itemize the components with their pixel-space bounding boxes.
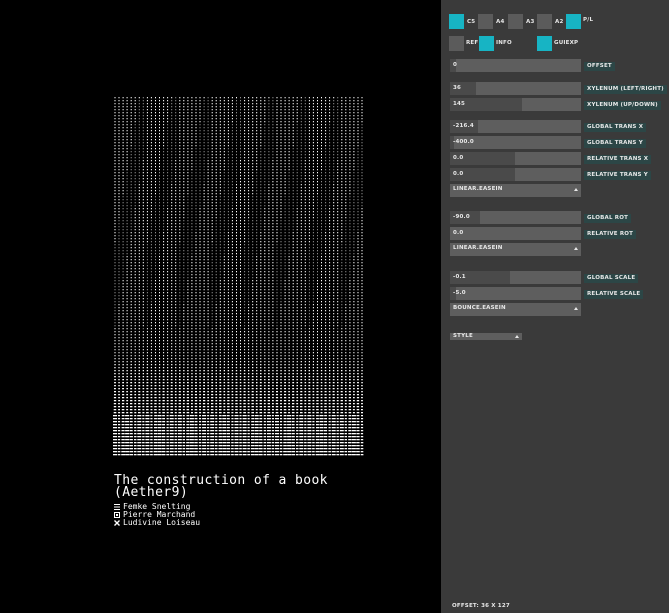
status-footer: OFFSET: 36 X 127 — [452, 603, 510, 609]
cross-icon — [114, 520, 120, 526]
rows-label: XYLENUM (UP/DOWN) — [584, 101, 661, 110]
toggle-info[interactable] — [479, 36, 494, 51]
rows-value: 145 — [453, 101, 466, 107]
rot-easing-value: LINEAR.EASEIN — [453, 245, 503, 251]
rot-easing-dropdown[interactable]: LINEAR.EASEIN — [450, 243, 581, 256]
toggle-portrait-landscape[interactable] — [566, 14, 581, 29]
relative-rot-value: 0.0 — [453, 230, 464, 236]
global-trans-x-slider[interactable]: -216.4 — [450, 120, 581, 133]
chevron-up-icon — [574, 188, 578, 191]
toggle-a2[interactable] — [537, 14, 552, 29]
offset-value: 0 — [453, 62, 458, 68]
toggle-c5[interactable] — [449, 14, 464, 29]
global-trans-y-label: GLOBAL TRANS Y — [584, 139, 646, 148]
relative-rot-label: RELATIVE ROT — [584, 230, 637, 239]
book-title-line-2: (Aether9) — [114, 485, 189, 500]
control-panel: C5 A4 A3 A2 P/L REF INFO GUIEXP 0 OFFSET… — [441, 0, 669, 613]
toggle-ref[interactable] — [449, 36, 464, 51]
author-name: Ludivine Loiseau — [123, 518, 201, 527]
style-dropdown-value: STYLE — [453, 333, 473, 339]
trans-easing-dropdown[interactable]: LINEAR.EASEIN — [450, 184, 581, 197]
global-scale-label: GLOBAL SCALE — [584, 274, 639, 283]
relative-trans-y-label: RELATIVE TRANS Y — [584, 171, 651, 180]
toggle-a2-label: A2 — [555, 19, 564, 25]
toggle-a4[interactable] — [478, 14, 493, 29]
toggle-c5-label: C5 — [467, 19, 476, 25]
toggle-guiexp-label: GUIEXP — [554, 40, 579, 46]
artwork-canvas: The construction of a book (Aether9) Fem… — [0, 0, 441, 613]
trans-easing-value: LINEAR.EASEIN — [453, 186, 503, 192]
columns-slider[interactable]: 36 — [450, 82, 581, 95]
global-trans-y-value: -400.0 — [453, 139, 474, 145]
relative-trans-x-label: RELATIVE TRANS X — [584, 155, 652, 164]
relative-scale-slider[interactable]: -5.0 — [450, 287, 581, 300]
scale-easing-value: BOUNCE.EASEIN — [453, 305, 506, 311]
rows-slider[interactable]: 145 — [450, 98, 581, 111]
global-rot-value: -90.0 — [453, 214, 470, 220]
chevron-up-icon — [574, 307, 578, 310]
toggle-info-label: INFO — [496, 40, 512, 46]
columns-value: 36 — [453, 85, 462, 91]
toggle-guiexp[interactable] — [537, 36, 552, 51]
offset-slider[interactable]: 0 — [450, 59, 581, 72]
relative-trans-y-value: 0.0 — [453, 171, 464, 177]
chevron-up-icon — [574, 247, 578, 250]
style-dropdown[interactable]: STYLE — [450, 333, 522, 340]
toggle-pl-label: P/L — [583, 17, 594, 23]
global-trans-x-label: GLOBAL TRANS X — [584, 123, 647, 132]
global-trans-y-slider[interactable]: -400.0 — [450, 136, 581, 149]
chevron-up-icon — [515, 335, 519, 338]
relative-scale-label: RELATIVE SCALE — [584, 290, 644, 299]
relative-rot-slider[interactable]: 0.0 — [450, 227, 581, 240]
global-trans-x-value: -216.4 — [453, 123, 474, 129]
columns-label: XYLENUM (LEFT/RIGHT) — [584, 85, 667, 94]
global-rot-label: GLOBAL ROT — [584, 214, 632, 223]
global-scale-slider[interactable]: -0.1 — [450, 271, 581, 284]
global-scale-value: -0.1 — [453, 274, 466, 280]
relative-trans-x-slider[interactable]: 0.0 — [450, 152, 581, 165]
relative-scale-value: -5.0 — [453, 290, 466, 296]
lines-icon — [114, 504, 120, 510]
toggle-a3-label: A3 — [526, 19, 535, 25]
toggle-ref-label: REF — [466, 40, 479, 46]
global-rot-slider[interactable]: -90.0 — [450, 211, 581, 224]
toggle-a4-label: A4 — [496, 19, 505, 25]
author-list: Femke Snelting Pierre Marchand Ludivine … — [114, 503, 328, 527]
scale-easing-dropdown[interactable]: BOUNCE.EASEIN — [450, 303, 581, 316]
offset-label: OFFSET — [584, 62, 615, 71]
relative-trans-x-value: 0.0 — [453, 155, 464, 161]
square-icon — [114, 512, 120, 518]
relative-trans-y-slider[interactable]: 0.0 — [450, 168, 581, 181]
author-item: Ludivine Loiseau — [114, 519, 328, 527]
toggle-a3[interactable] — [508, 14, 523, 29]
book-info: The construction of a book (Aether9) Fem… — [114, 474, 328, 527]
